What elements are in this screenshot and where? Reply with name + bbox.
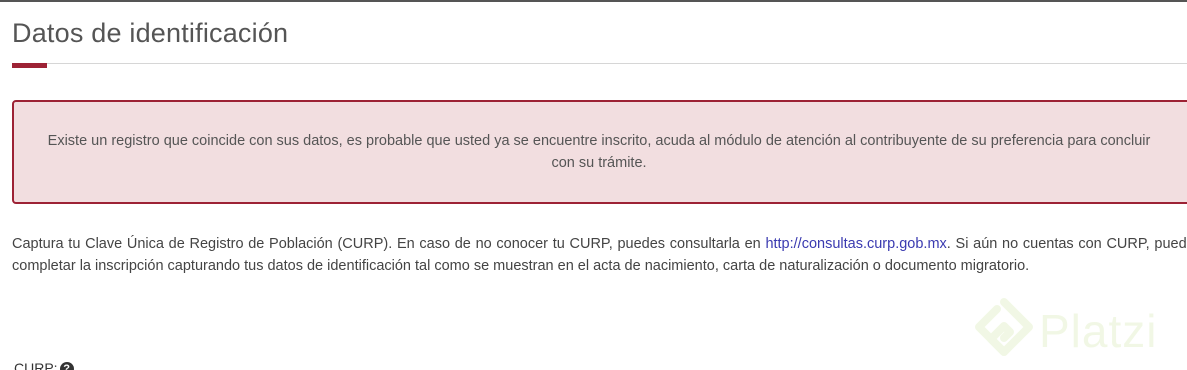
platzi-watermark: Platzi [975, 298, 1157, 364]
intro-text-before-link: Captura tu Clave Única de Registro de Po… [12, 236, 766, 252]
title-divider [12, 63, 1187, 64]
help-icon[interactable]: ? [59, 362, 74, 370]
top-border [0, 0, 1187, 2]
platzi-logo-icon [975, 298, 1033, 356]
curp-field-label: CURP:? [14, 360, 74, 370]
watermark-text: Platzi [1039, 305, 1158, 357]
alert-message: Existe un registro que coincide con sus … [47, 133, 1151, 171]
curp-label-text: CURP: [14, 360, 58, 370]
intro-paragraph: Captura tu Clave Única de Registro de Po… [12, 233, 1187, 277]
curp-consult-link[interactable]: http://consultas.curp.gob.mx [765, 236, 946, 252]
title-accent-bar [12, 63, 47, 68]
alert-box: Existe un registro que coincide con sus … [12, 100, 1187, 204]
page: Datos de identificación Existe un regist… [0, 0, 1187, 370]
section-title: Datos de identificación [12, 18, 289, 48]
